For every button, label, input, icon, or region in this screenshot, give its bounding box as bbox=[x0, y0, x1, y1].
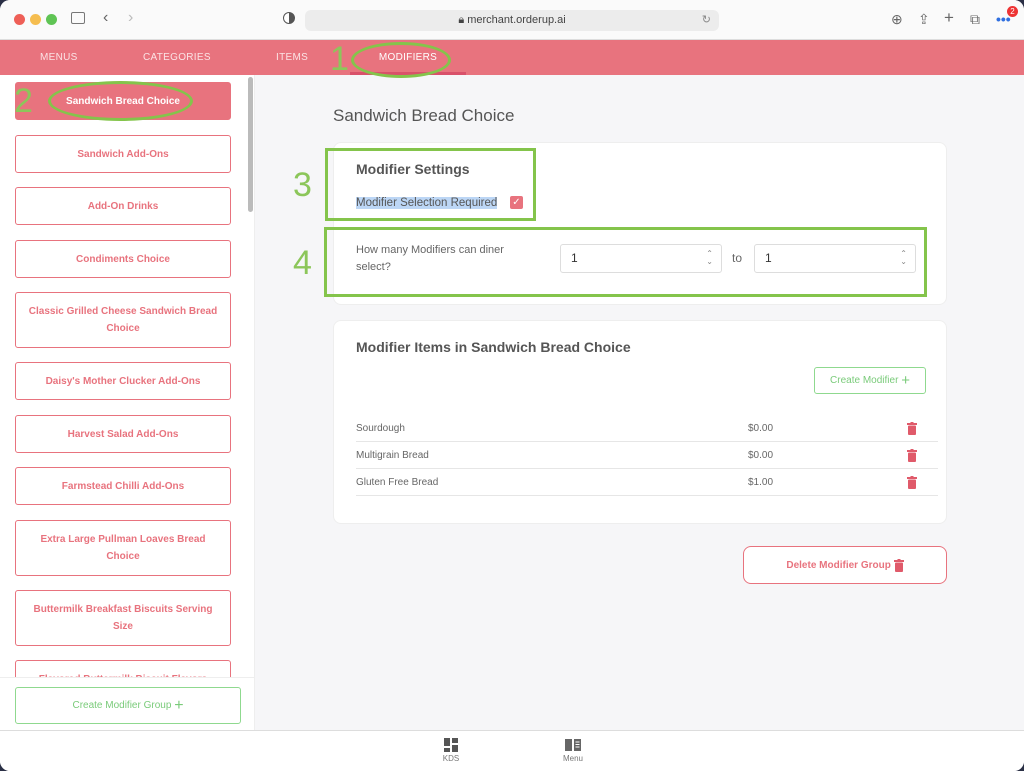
url-text: merchant.orderup.ai bbox=[467, 14, 566, 26]
privacy-shield-icon[interactable] bbox=[283, 12, 295, 24]
sidebar-footer: Create Modifier Group + bbox=[0, 677, 254, 730]
sidebar-item[interactable]: Buttermilk Breakfast Biscuits Serving Si… bbox=[15, 590, 231, 646]
share-icon[interactable]: ⇪ bbox=[918, 11, 930, 28]
sidebar-scrollbar[interactable] bbox=[248, 77, 253, 212]
footer-kds[interactable]: KDS bbox=[436, 738, 466, 763]
address-bar[interactable]: 🔒︎ merchant.orderup.ai ↻ bbox=[305, 10, 719, 31]
dashboard-icon bbox=[444, 738, 458, 752]
sidebar-item[interactable]: Extra Large Pullman Loaves Bread Choice bbox=[15, 520, 231, 576]
back-icon[interactable]: ‹ bbox=[103, 9, 108, 27]
sidebar-item[interactable]: Farmstead Chilli Add-Ons bbox=[15, 467, 231, 505]
modifier-row: Multigrain Bread $0.00 bbox=[356, 442, 938, 469]
modifier-group-sidebar: Sandwich Bread Choice Sandwich Add-Ons A… bbox=[0, 75, 255, 730]
delete-modifier-group-button[interactable]: Delete Modifier Group bbox=[743, 546, 947, 584]
top-nav: MENUS CATEGORIES ITEMS MODIFIERS bbox=[0, 40, 1024, 75]
button-label: Create Modifier Group bbox=[72, 700, 172, 711]
annotation-ellipse bbox=[48, 81, 193, 121]
annotation-box bbox=[324, 227, 927, 297]
footer-label: Menu bbox=[562, 754, 583, 763]
tabs-overview-icon[interactable]: ⧉ bbox=[970, 11, 980, 28]
item-price: $0.00 bbox=[748, 423, 774, 434]
items-heading: Modifier Items in Sandwich Bread Choice bbox=[356, 339, 631, 355]
trash-icon[interactable] bbox=[907, 422, 917, 435]
tab-items[interactable]: ITEMS bbox=[276, 40, 308, 75]
footer-label: KDS bbox=[442, 754, 460, 763]
annotation-number: 4 bbox=[293, 244, 312, 282]
modifier-row: Sourdough $0.00 bbox=[356, 415, 938, 442]
button-label: Create Modifier bbox=[830, 375, 899, 386]
trash-icon bbox=[893, 558, 904, 572]
forward-icon[interactable]: › bbox=[128, 9, 133, 27]
lock-icon: 🔒︎ bbox=[458, 14, 468, 26]
annotation-number: 2 bbox=[14, 82, 33, 120]
modifier-row: Gluten Free Bread $1.00 bbox=[356, 469, 938, 496]
footer-menu[interactable]: Menu bbox=[558, 738, 588, 763]
trash-icon[interactable] bbox=[907, 449, 917, 462]
sidebar-item[interactable]: Classic Grilled Cheese Sandwich Bread Ch… bbox=[15, 292, 231, 348]
item-price: $1.00 bbox=[748, 477, 774, 488]
item-name: Multigrain Bread bbox=[356, 450, 429, 461]
plus-icon: + bbox=[901, 372, 910, 389]
button-label: Delete Modifier Group bbox=[786, 559, 891, 571]
sidebar-item[interactable]: Condiments Choice bbox=[15, 240, 231, 278]
annotation-box bbox=[325, 148, 536, 221]
create-modifier-group-button[interactable]: Create Modifier Group + bbox=[15, 687, 241, 724]
minimize-window-button[interactable] bbox=[30, 14, 41, 25]
plus-icon: + bbox=[174, 696, 184, 714]
annotation-number: 3 bbox=[293, 166, 312, 204]
maximize-window-button[interactable] bbox=[46, 14, 57, 25]
sidebar-item[interactable]: Sandwich Add-Ons bbox=[15, 135, 231, 173]
new-tab-icon[interactable]: + bbox=[944, 8, 954, 28]
create-modifier-button[interactable]: Create Modifier + bbox=[814, 367, 926, 394]
close-window-button[interactable] bbox=[14, 14, 25, 25]
annotation-number: 1 bbox=[330, 40, 349, 78]
reload-icon[interactable]: ↻ bbox=[702, 10, 711, 31]
sidebar-toggle-icon[interactable] bbox=[71, 12, 85, 24]
download-icon[interactable]: ⊕ bbox=[891, 11, 903, 28]
notification-badge: 2 bbox=[1007, 6, 1018, 17]
item-name: Gluten Free Bread bbox=[356, 477, 439, 488]
item-name: Sourdough bbox=[356, 423, 405, 434]
book-icon bbox=[565, 739, 581, 751]
sidebar-item[interactable]: Daisy's Mother Clucker Add-Ons bbox=[15, 362, 231, 400]
page-title: Sandwich Bread Choice bbox=[333, 106, 515, 125]
trash-icon[interactable] bbox=[907, 476, 917, 489]
browser-toolbar: ‹ › 🔒︎ merchant.orderup.ai ↻ ⊕ ⇪ + ⧉ •••… bbox=[0, 0, 1024, 40]
annotation-ellipse bbox=[351, 42, 451, 78]
modifier-items-card: Modifier Items in Sandwich Bread Choice … bbox=[333, 320, 947, 524]
sidebar-item[interactable]: Add-On Drinks bbox=[15, 187, 231, 225]
item-price: $0.00 bbox=[748, 450, 774, 461]
sidebar-item[interactable]: Harvest Salad Add-Ons bbox=[15, 415, 231, 453]
bottom-nav: KDS Menu bbox=[0, 730, 1024, 771]
tab-categories[interactable]: CATEGORIES bbox=[143, 40, 211, 75]
browser-window: ‹ › 🔒︎ merchant.orderup.ai ↻ ⊕ ⇪ + ⧉ •••… bbox=[0, 0, 1024, 771]
tab-menus[interactable]: MENUS bbox=[40, 40, 78, 75]
